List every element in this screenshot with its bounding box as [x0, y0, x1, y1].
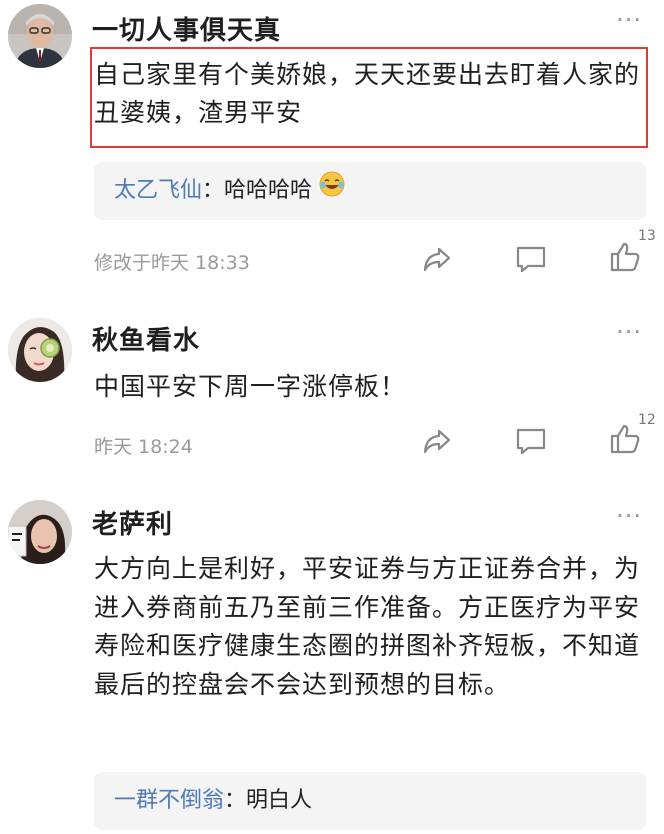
reply-text: 哈哈哈哈	[224, 178, 313, 203]
avatar[interactable]	[8, 4, 72, 68]
comment-icon[interactable]	[514, 424, 548, 458]
reply-separator: ：	[224, 788, 247, 813]
like-count: 13	[638, 228, 656, 244]
laughing-emoji-icon	[319, 162, 345, 220]
more-icon[interactable]: ···	[616, 8, 642, 32]
comment-author[interactable]: 秋鱼看水	[92, 320, 200, 357]
avatar[interactable]	[8, 500, 72, 564]
more-icon[interactable]: ···	[616, 504, 642, 528]
like-icon[interactable]	[608, 240, 642, 274]
comment-1: 一切人事俱天真 ··· 自己家里有个美娇娘，天天还要出去盯着人家的丑婆姨，渣男平…	[0, 0, 664, 290]
avatar-image-man	[8, 4, 72, 68]
comment-author[interactable]: 老萨利	[92, 504, 173, 541]
more-icon[interactable]: ···	[616, 320, 642, 344]
comment-2: 秋鱼看水 ··· 中国平安下周一字涨停板！ 昨天 18:24 12	[0, 300, 664, 480]
share-icon[interactable]	[420, 242, 454, 276]
avatar[interactable]	[8, 318, 72, 382]
reply-separator: ：	[202, 178, 225, 203]
reply-box[interactable]: 太乙飞仙：哈哈哈哈	[94, 162, 646, 220]
highlight-box	[90, 47, 648, 148]
comment-time: 昨天 18:24	[94, 436, 193, 458]
share-icon[interactable]	[420, 424, 454, 458]
reply-author[interactable]: 太乙飞仙	[114, 178, 202, 203]
reply-box[interactable]: 一群不倒翁：明白人	[94, 772, 646, 830]
comment-3: 老萨利 ··· 大方向上是利好，平安证券与方正证券合并，为进入券商前五乃至前三作…	[0, 490, 664, 834]
comment-text: 中国平安下周一字涨停板！	[94, 372, 407, 401]
avatar-image-person	[8, 500, 72, 564]
avatar-image-woman	[8, 318, 72, 382]
reply-author[interactable]: 一群不倒翁	[114, 788, 224, 813]
comment-text: 大方向上是利好，平安证券与方正证券合并，为进入券商前五乃至前三作准备。方正医疗为…	[94, 554, 641, 699]
comment-author[interactable]: 一切人事俱天真	[92, 10, 281, 47]
reply-text: 明白人	[246, 788, 313, 813]
comment-time: 修改于昨天 18:33	[94, 252, 250, 274]
like-icon[interactable]	[608, 422, 642, 456]
like-count: 12	[638, 412, 656, 428]
comment-icon[interactable]	[514, 242, 548, 276]
